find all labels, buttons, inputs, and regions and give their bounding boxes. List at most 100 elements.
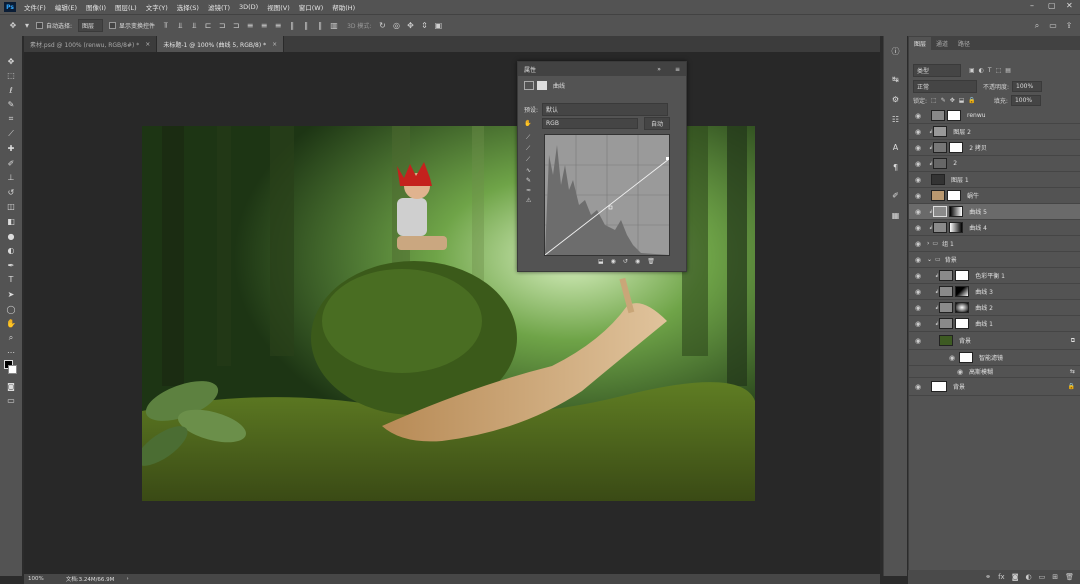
close-tab-icon[interactable]: × [272, 41, 277, 48]
stamp-tool-icon[interactable]: ⊥ [4, 171, 18, 185]
menu-layer[interactable]: 图层(L) [115, 2, 137, 12]
curves-adjust-icon[interactable] [524, 81, 534, 90]
layer-row[interactable]: ◉ ↲ 图层 2 [909, 124, 1080, 140]
layer-row[interactable]: ◉ ↲ 曲线 1 [909, 316, 1080, 332]
eye-icon[interactable]: ◉ [913, 320, 923, 328]
auto-select-dropdown[interactable]: 图层 [78, 19, 104, 32]
menu-type[interactable]: 文字(Y) [146, 2, 168, 12]
info-icon[interactable]: ⓘ [889, 44, 903, 58]
align-bottom-icon[interactable]: ⫫ [189, 21, 199, 31]
lock-icons[interactable]: ⬚✎✥⬓🔒 [931, 97, 980, 104]
3d-roll-icon[interactable]: ◎ [391, 21, 401, 31]
target-adjust-icon[interactable]: ✋ [524, 120, 534, 127]
tab-layers[interactable]: 图层 [909, 37, 932, 50]
swatches-icon[interactable]: ▦ [889, 208, 903, 222]
3d-slide-icon[interactable]: ⇕ [419, 21, 429, 31]
align-left-icon[interactable]: ⊏ [203, 21, 213, 31]
healing-tool-icon[interactable]: ✚ [4, 142, 18, 156]
layer-kind-dropdown[interactable]: 类型 [913, 64, 961, 77]
screen-mode-icon[interactable]: ▭ [4, 394, 18, 408]
history-brush-tool-icon[interactable]: ↺ [4, 185, 18, 199]
layer-row[interactable]: ◉ › ▭ 组 1 [909, 236, 1080, 252]
eye-icon[interactable]: ◉ [913, 176, 923, 184]
layer-row[interactable]: ◉ 高斯模糊 ⇆ [909, 366, 1080, 378]
eye-icon[interactable]: ◉ [913, 256, 923, 264]
eye-icon[interactable]: ◉ [913, 240, 923, 248]
eyedropper-tool-icon[interactable]: ⟋ [4, 127, 18, 141]
eyedropper-gray-icon[interactable]: ⟋ [526, 145, 530, 153]
layer-row[interactable]: ◉ ↲ 曲线 5 [909, 204, 1080, 220]
align-hcenter-icon[interactable]: ⊐ [217, 21, 227, 31]
reset-icon[interactable]: ↺ [623, 258, 628, 265]
channel-dropdown[interactable]: RGB [542, 118, 638, 129]
brush-tool-icon[interactable]: ✐ [4, 156, 18, 170]
tab-channels[interactable]: 通道 [931, 37, 953, 50]
marquee-tool-icon[interactable]: ⬚ [4, 69, 18, 83]
layer-row[interactable]: ◉ 智能滤镜 [909, 350, 1080, 366]
distribute-bottom-icon[interactable]: ≡ [273, 21, 283, 31]
lasso-tool-icon[interactable]: ℓ [4, 83, 18, 97]
show-transform-checkbox[interactable]: 显示变换控件 [109, 21, 155, 30]
menu-filter[interactable]: 滤镜(T) [208, 2, 230, 12]
trash-icon[interactable]: 🗑 [1065, 573, 1074, 581]
eyedropper-black-icon[interactable]: ⟋ [526, 134, 530, 142]
align-right-icon[interactable]: ⊐ [231, 21, 241, 31]
chevron-down-icon[interactable]: ⌄ [927, 256, 932, 263]
eye-icon[interactable]: ◉ [913, 128, 923, 136]
zoom-tool-icon[interactable]: ⌕ [4, 331, 18, 345]
layer-filter-icons[interactable]: ▣◐T⬚▤ [969, 67, 1015, 74]
character-icon[interactable]: A [889, 140, 903, 154]
eye-icon[interactable]: ◉ [913, 144, 923, 152]
new-layer-icon[interactable]: ⊞ [1052, 573, 1058, 581]
ellipse-tool-icon[interactable]: ◯ [4, 302, 18, 316]
quick-select-tool-icon[interactable]: ✎ [4, 98, 18, 112]
eye-icon[interactable]: ◉ [913, 192, 923, 200]
move-tool-icon[interactable]: ✥ [4, 54, 18, 68]
eye-icon[interactable]: ◉ [913, 224, 923, 232]
eye-icon[interactable]: ◉ [913, 160, 923, 168]
layer-row[interactable]: ◉ ↲ 2 [909, 156, 1080, 172]
brush-settings-icon[interactable]: ✐ [889, 188, 903, 202]
link-layers-icon[interactable]: ⚭ [985, 573, 991, 581]
layer-row[interactable]: ◉ 图层 1 [909, 172, 1080, 188]
opacity-field[interactable]: 100% [1012, 81, 1043, 92]
curve-edit-icon[interactable]: ∿ [526, 167, 531, 174]
auto-button[interactable]: 自动 [644, 117, 671, 130]
collapse-icon[interactable]: » [657, 66, 661, 73]
crop-tool-icon[interactable]: ⌗ [4, 112, 18, 126]
chevron-right-icon[interactable]: › [927, 240, 929, 247]
properties-icon[interactable]: ☷ [889, 112, 903, 126]
auto-select-checkbox[interactable]: 自动选择: [36, 21, 72, 30]
paragraph-icon[interactable]: ¶ [889, 160, 903, 174]
type-tool-icon[interactable]: T [4, 273, 18, 287]
workspace-icon[interactable]: ▭ [1048, 21, 1058, 31]
fill-field[interactable]: 100% [1010, 95, 1042, 106]
layer-row[interactable]: ◉ ↲ 曲线 4 [909, 220, 1080, 236]
preset-dropdown[interactable]: 默认 [542, 103, 669, 116]
menu-image[interactable]: 图像(I) [86, 2, 106, 12]
maximize-icon[interactable]: ▢ [1048, 1, 1056, 10]
add-mask-icon[interactable]: ◙ [1012, 573, 1019, 581]
eraser-tool-icon[interactable]: ◫ [4, 200, 18, 214]
path-select-tool-icon[interactable]: ➤ [4, 288, 18, 302]
history-icon[interactable]: ↹ [889, 72, 903, 86]
eye-icon[interactable]: ◉ [913, 304, 923, 312]
clip-to-layer-icon[interactable]: ⬓ [598, 258, 604, 265]
curve-graph[interactable] [544, 134, 670, 256]
3d-scale-icon[interactable]: ▣ [433, 21, 443, 31]
eye-icon[interactable]: ◉ [955, 368, 965, 376]
menu-edit[interactable]: 编辑(E) [55, 2, 77, 12]
color-swatches[interactable] [4, 360, 18, 378]
eye-icon[interactable]: ◉ [913, 208, 923, 216]
distribute-hcenter-icon[interactable]: ∥ [301, 21, 311, 31]
hand-tool-icon[interactable]: ✋ [4, 317, 18, 331]
smooth-icon[interactable]: ≈ [526, 187, 531, 194]
eye-icon[interactable]: ◉ [913, 112, 923, 120]
menu-window[interactable]: 窗口(W) [299, 2, 324, 12]
close-icon[interactable]: ✕ [1066, 1, 1073, 10]
distribute-top-icon[interactable]: ≡ [245, 21, 255, 31]
menu-help[interactable]: 帮助(H) [332, 2, 355, 12]
layer-row[interactable]: ◉ ↲ 色彩平衡 1 [909, 268, 1080, 284]
chevron-down-icon[interactable]: ▾ [22, 21, 32, 31]
move-tool-icon[interactable]: ✥ [8, 21, 18, 31]
